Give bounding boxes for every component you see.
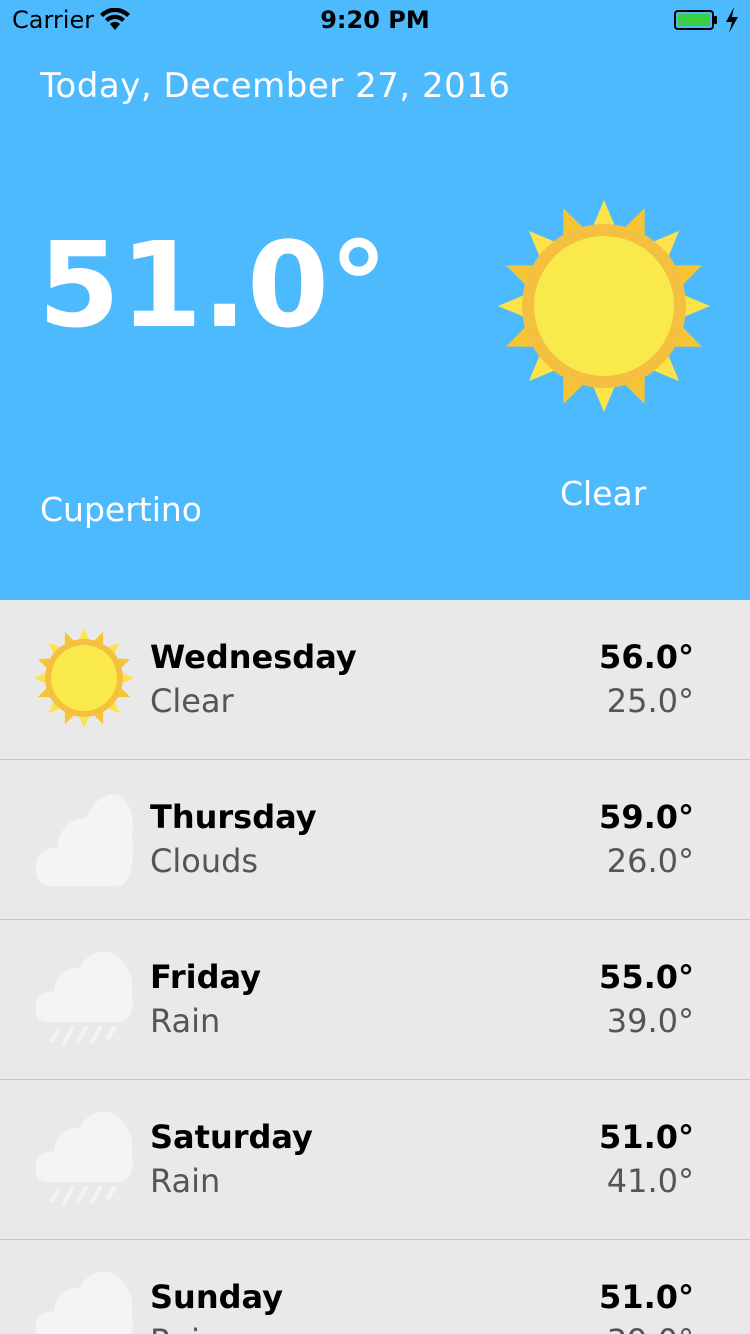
current-weather-panel: Today, December 27, 2016 51.0° Cupertino… bbox=[0, 40, 750, 600]
forecast-day: Wednesday bbox=[150, 638, 357, 676]
forecast-high: 51.0° bbox=[599, 1118, 694, 1156]
current-temperature: 51.0° bbox=[38, 216, 389, 354]
forecast-day: Thursday bbox=[150, 798, 317, 836]
forecast-list: Wednesday Clear 56.0° 25.0° Thursday Clo… bbox=[0, 600, 750, 1334]
forecast-row[interactable]: Saturday Rain 51.0° 41.0° bbox=[0, 1080, 750, 1240]
forecast-low: 26.0° bbox=[606, 842, 694, 880]
forecast-condition: Clear bbox=[150, 682, 234, 720]
city-name: Cupertino bbox=[40, 490, 202, 529]
forecast-day: Friday bbox=[150, 958, 261, 996]
status-time: 9:20 PM bbox=[320, 6, 430, 34]
forecast-condition: Rain bbox=[150, 1322, 220, 1334]
rain-cloud-icon bbox=[35, 1111, 133, 1206]
charging-bolt-icon bbox=[726, 7, 738, 33]
status-bar: Carrier 9:20 PM bbox=[0, 0, 750, 40]
forecast-condition: Rain bbox=[150, 1002, 221, 1040]
battery-icon bbox=[674, 10, 717, 30]
sun-icon bbox=[498, 200, 710, 412]
forecast-high: 56.0° bbox=[599, 638, 694, 676]
current-condition: Clear bbox=[560, 474, 647, 513]
sun-icon bbox=[34, 628, 134, 728]
cloud-icon bbox=[35, 794, 134, 886]
forecast-row[interactable]: Thursday Clouds 59.0° 26.0° bbox=[0, 760, 750, 920]
forecast-day: Saturday bbox=[150, 1118, 313, 1156]
forecast-low: 39.0° bbox=[607, 1322, 694, 1334]
forecast-row[interactable]: Sunday Rain 51.0° 39.0° bbox=[0, 1240, 750, 1334]
forecast-high: 55.0° bbox=[599, 958, 694, 996]
forecast-row[interactable]: Wednesday Clear 56.0° 25.0° bbox=[0, 600, 750, 760]
rain-cloud-icon bbox=[35, 1271, 133, 1334]
forecast-high: 51.0° bbox=[599, 1278, 694, 1316]
rain-cloud-icon bbox=[35, 951, 133, 1046]
forecast-low: 39.0° bbox=[606, 1002, 694, 1040]
forecast-row[interactable]: Friday Rain 55.0° 39.0° bbox=[0, 920, 750, 1080]
current-date: Today, December 27, 2016 bbox=[40, 66, 511, 106]
forecast-low: 41.0° bbox=[606, 1162, 694, 1200]
forecast-low: 25.0° bbox=[606, 682, 694, 720]
forecast-day: Sunday bbox=[150, 1278, 283, 1316]
forecast-condition: Clouds bbox=[150, 842, 259, 880]
forecast-high: 59.0° bbox=[599, 798, 694, 836]
forecast-condition: Rain bbox=[150, 1162, 221, 1200]
weather-app-screen: Carrier 9:20 PM Today, December 27, 2016… bbox=[0, 0, 750, 1334]
